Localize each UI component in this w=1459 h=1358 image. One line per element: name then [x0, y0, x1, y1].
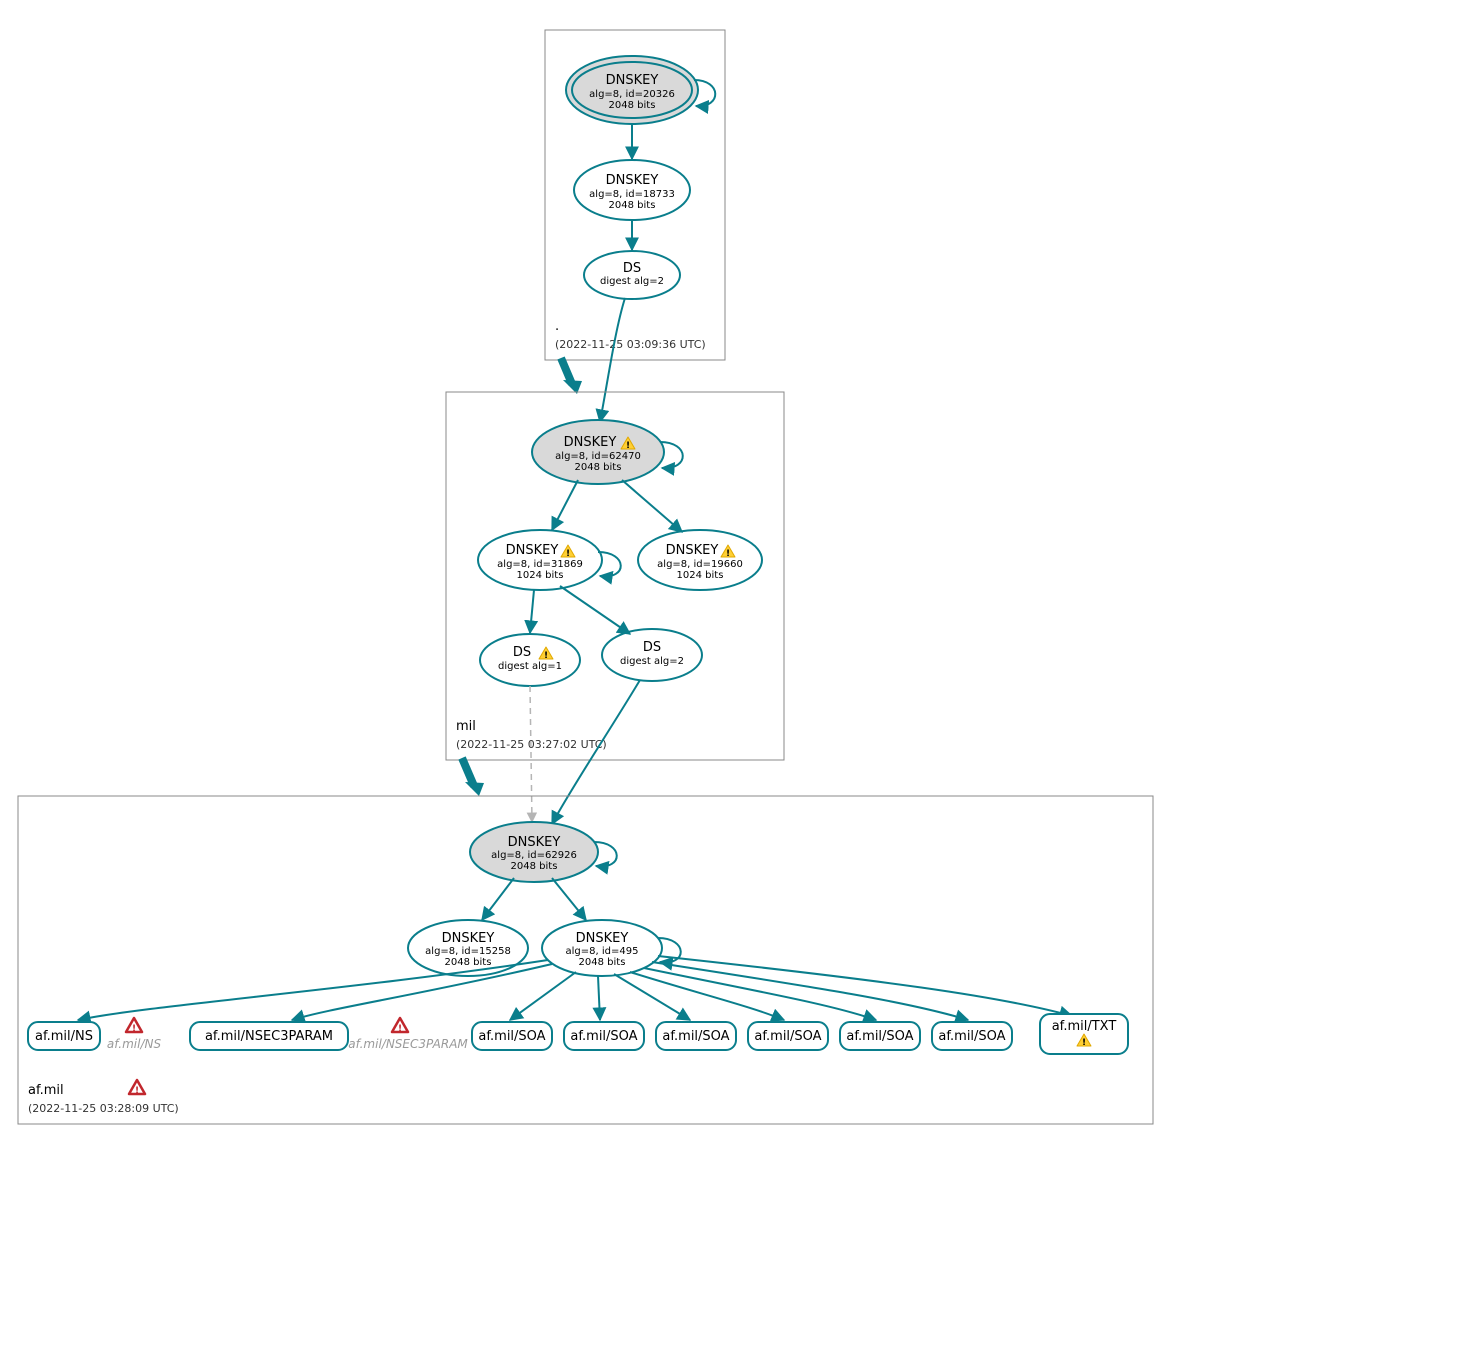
svg-text:!: ! [1082, 1038, 1086, 1048]
svg-text:2048 bits: 2048 bits [445, 957, 492, 968]
edge-milksk-milzsk1 [552, 480, 578, 530]
svg-text:DNSKEY: DNSKEY [576, 931, 629, 946]
edge-afksk-zsk1 [482, 878, 514, 920]
edge-deleg-mil-af [462, 758, 474, 786]
svg-text:DNSKEY: DNSKEY [666, 543, 719, 558]
zone-afmil: af.mil (2022-11-25 03:28:09 UTC) ! DNSKE… [18, 796, 1153, 1124]
zone-root: . (2022-11-25 03:09:36 UTC) DNSKEY alg=8… [545, 30, 725, 360]
zone-afmil-ts: (2022-11-25 03:28:09 UTC) [28, 1102, 179, 1115]
svg-text:digest alg=2: digest alg=2 [620, 656, 684, 667]
svg-text:DS: DS [643, 640, 661, 655]
edge-afksk-zsk2 [552, 878, 586, 920]
rr-ns[interactable]: af.mil/NS [28, 1022, 100, 1050]
node-root-ksk[interactable]: DNSKEY alg=8, id=20326 2048 bits [566, 56, 698, 124]
svg-text:af.mil/SOA: af.mil/SOA [938, 1029, 1005, 1044]
svg-text:DNSKEY: DNSKEY [442, 931, 495, 946]
svg-text:!: ! [398, 1024, 402, 1034]
rr-txt[interactable]: af.mil/TXT ! [1040, 1014, 1128, 1054]
node-mil-zsk2[interactable]: DNSKEY alg=8, id=19660 1024 bits ! [638, 530, 762, 590]
rr-soa-5[interactable]: af.mil/SOA [840, 1022, 920, 1050]
svg-text:alg=8, id=15258: alg=8, id=15258 [425, 946, 511, 957]
svg-text:af.mil/NSEC3PARAM: af.mil/NSEC3PARAM [205, 1029, 333, 1044]
zone-mil: mil (2022-11-25 03:27:02 UTC) DNSKEY alg… [446, 392, 784, 760]
zone-afmil-name: af.mil [28, 1083, 64, 1098]
zone-root-ts: (2022-11-25 03:09:36 UTC) [555, 338, 706, 351]
edge-milds1-afksk [530, 686, 532, 822]
svg-text:!: ! [135, 1086, 139, 1096]
edge-milksk-milzsk2 [622, 480, 682, 532]
svg-text:!: ! [544, 651, 548, 661]
svg-text:af.mil/SOA: af.mil/SOA [662, 1029, 729, 1044]
node-mil-ds1[interactable]: DS digest alg=1 ! [480, 634, 580, 686]
svg-text:DNSKEY: DNSKEY [606, 173, 659, 188]
node-root-ds[interactable]: DS digest alg=2 [584, 251, 680, 299]
rr-soa-4[interactable]: af.mil/SOA [748, 1022, 828, 1050]
svg-text:digest alg=1: digest alg=1 [498, 661, 562, 672]
node-mil-ksk[interactable]: DNSKEY alg=8, id=62470 2048 bits ! [532, 420, 664, 484]
svg-text:DNSKEY: DNSKEY [564, 435, 617, 450]
node-mil-ds2[interactable]: DS digest alg=2 [602, 629, 702, 681]
svg-text:af.mil/NS: af.mil/NS [35, 1029, 93, 1044]
svg-text:!: ! [566, 549, 570, 559]
svg-text:2048 bits: 2048 bits [609, 200, 656, 211]
zone-mil-name: mil [456, 719, 476, 734]
rr-ns-warn[interactable]: ! af.mil/NS [107, 1018, 162, 1051]
svg-text:alg=8, id=19660: alg=8, id=19660 [657, 559, 743, 570]
svg-text:af.mil/NSEC3PARAM: af.mil/NSEC3PARAM [348, 1037, 468, 1051]
rr-nsec3param[interactable]: af.mil/NSEC3PARAM [190, 1022, 348, 1050]
rr-soa-2[interactable]: af.mil/SOA [564, 1022, 644, 1050]
edge-milzsk1-ds2 [560, 586, 630, 634]
svg-text:alg=8, id=62926: alg=8, id=62926 [491, 850, 577, 861]
svg-text:1024 bits: 1024 bits [677, 570, 724, 581]
svg-text:af.mil/SOA: af.mil/SOA [754, 1029, 821, 1044]
node-root-zsk[interactable]: DNSKEY alg=8, id=18733 2048 bits [574, 160, 690, 220]
rr-soa-1[interactable]: af.mil/SOA [472, 1022, 552, 1050]
error-icon: ! [126, 1018, 142, 1034]
svg-text:DNSKEY: DNSKEY [606, 73, 659, 88]
edge-milds2-afksk [552, 680, 640, 824]
dnssec-graph: . (2022-11-25 03:09:36 UTC) DNSKEY alg=8… [0, 0, 1459, 1358]
edge-deleg-root-mil [561, 358, 572, 384]
node-af-zsk1[interactable]: DNSKEY alg=8, id=15258 2048 bits [408, 920, 528, 976]
svg-text:af.mil/TXT: af.mil/TXT [1052, 1019, 1117, 1034]
svg-text:2048 bits: 2048 bits [575, 462, 622, 473]
svg-text:DNSKEY: DNSKEY [506, 543, 559, 558]
node-af-zsk2[interactable]: DNSKEY alg=8, id=495 2048 bits [542, 920, 662, 976]
edge-milzsk1-ds1 [530, 590, 534, 633]
svg-text:1024 bits: 1024 bits [517, 570, 564, 581]
svg-text:DS: DS [623, 261, 641, 276]
svg-text:digest alg=2: digest alg=2 [600, 276, 664, 287]
svg-text:alg=8, id=495: alg=8, id=495 [566, 946, 639, 957]
svg-text:alg=8, id=62470: alg=8, id=62470 [555, 451, 641, 462]
svg-text:2048 bits: 2048 bits [609, 100, 656, 111]
rr-nsec3param-warn[interactable]: ! af.mil/NSEC3PARAM [348, 1018, 468, 1051]
svg-text:!: ! [132, 1024, 136, 1034]
node-af-ksk[interactable]: DNSKEY alg=8, id=62926 2048 bits [470, 822, 598, 882]
error-icon: ! [129, 1080, 145, 1096]
svg-text:!: ! [726, 549, 730, 559]
svg-text:alg=8, id=20326: alg=8, id=20326 [589, 89, 675, 100]
svg-text:2048 bits: 2048 bits [579, 957, 626, 968]
svg-text:DS: DS [513, 645, 531, 660]
svg-text:2048 bits: 2048 bits [511, 861, 558, 872]
zone-root-name: . [555, 319, 559, 334]
svg-text:alg=8, id=18733: alg=8, id=18733 [589, 189, 675, 200]
svg-text:af.mil/SOA: af.mil/SOA [846, 1029, 913, 1044]
node-mil-zsk1[interactable]: DNSKEY alg=8, id=31869 1024 bits ! [478, 530, 602, 590]
rr-soa-3[interactable]: af.mil/SOA [656, 1022, 736, 1050]
rr-soa-6[interactable]: af.mil/SOA [932, 1022, 1012, 1050]
svg-text:alg=8, id=31869: alg=8, id=31869 [497, 559, 583, 570]
svg-text:af.mil/NS: af.mil/NS [107, 1037, 162, 1051]
svg-text:af.mil/SOA: af.mil/SOA [478, 1029, 545, 1044]
svg-text:!: ! [626, 441, 630, 451]
svg-text:DNSKEY: DNSKEY [508, 835, 561, 850]
error-icon: ! [392, 1018, 408, 1034]
svg-text:af.mil/SOA: af.mil/SOA [570, 1029, 637, 1044]
